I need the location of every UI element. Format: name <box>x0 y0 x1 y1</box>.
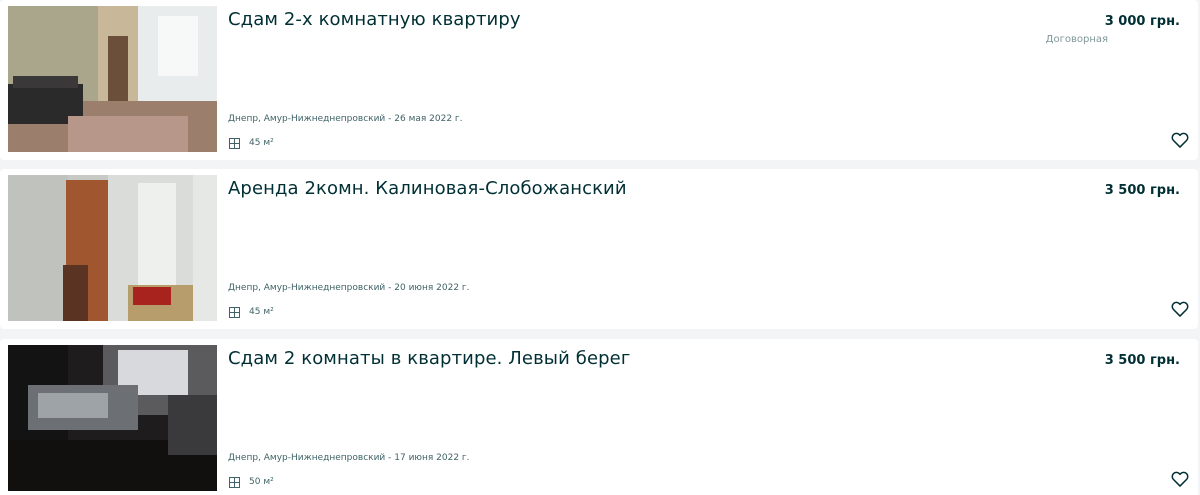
area-value: 50 м² <box>249 477 274 487</box>
room-photo-image <box>8 345 217 491</box>
listing-location-date: Днепр, Амур-Нижнеднепровский - 26 мая 20… <box>228 114 463 124</box>
room-photo-image <box>8 175 217 321</box>
listing-price: 3 500 грн. <box>1104 183 1180 198</box>
area-value: 45 м² <box>249 307 274 317</box>
floor-plan-icon <box>229 137 240 149</box>
listing-area: 45 м² <box>229 305 274 319</box>
listing-area: 45 м² <box>229 136 274 150</box>
listing-title[interactable]: Сдам 2-х комнатную квартиру <box>228 9 521 30</box>
area-value: 45 м² <box>249 138 274 148</box>
favorite-button[interactable] <box>1170 299 1190 319</box>
listing-photo[interactable] <box>8 175 217 321</box>
listing-card[interactable]: Сдам 2-х комнатную квартиру 3 000 грн. Д… <box>0 0 1198 160</box>
listing-location-date: Днепр, Амур-Нижнеднепровский - 20 июня 2… <box>228 283 470 293</box>
listing-title[interactable]: Сдам 2 комнаты в квартире. Левый берег <box>228 348 630 369</box>
floor-plan-icon <box>229 306 240 318</box>
room-photo-image <box>8 6 217 152</box>
listing-card[interactable]: Сдам 2 комнаты в квартире. Левый берег 3… <box>0 339 1198 495</box>
listing-card[interactable]: Аренда 2комн. Калиновая-Слобожанский 3 5… <box>0 169 1198 329</box>
favorite-button[interactable] <box>1170 130 1190 150</box>
heart-outline-icon <box>1171 301 1189 317</box>
heart-outline-icon <box>1171 132 1189 148</box>
listing-price: 3 000 грн. <box>1104 14 1180 29</box>
listing-area: 50 м² <box>229 475 274 489</box>
listing-photo[interactable] <box>8 345 217 491</box>
listing-price: 3 500 грн. <box>1104 353 1180 368</box>
favorite-button[interactable] <box>1170 469 1190 489</box>
heart-outline-icon <box>1171 471 1189 487</box>
listing-photo[interactable] <box>8 6 217 152</box>
floor-plan-icon <box>229 476 240 488</box>
listing-location-date: Днепр, Амур-Нижнеднепровский - 17 июня 2… <box>228 453 470 463</box>
listing-title[interactable]: Аренда 2комн. Калиновая-Слобожанский <box>228 178 627 199</box>
price-negotiable-label: Договорная <box>1045 34 1108 45</box>
listing-list: Сдам 2-х комнатную квартиру 3 000 грн. Д… <box>0 0 1200 495</box>
